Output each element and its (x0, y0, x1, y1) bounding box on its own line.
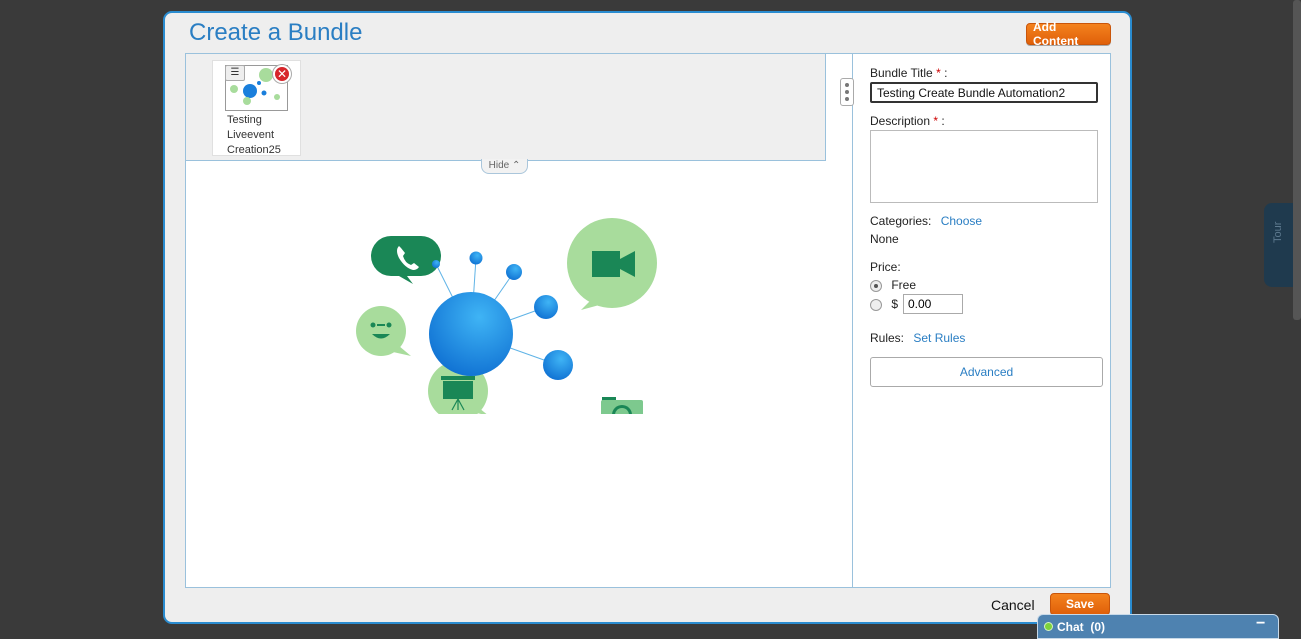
content-title: Testing Liveevent Creation25 (227, 113, 297, 158)
content-title-line: Creation25 (227, 144, 281, 156)
content-card[interactable]: ☰ ✕ Testing Liveevent Creation25 (212, 60, 301, 156)
network-hub-icon (429, 251, 573, 380)
free-radio[interactable] (870, 279, 882, 292)
content-tray: ☰ ✕ Testing Liveevent Creation25 (186, 54, 826, 161)
bundle-title-label-text: Bundle Title (870, 66, 933, 80)
required-marker: * (933, 114, 939, 128)
online-status-icon (1044, 622, 1053, 631)
video-camera-icon (567, 218, 657, 310)
price-option-paid[interactable]: $ (870, 297, 898, 311)
free-label: Free (891, 278, 917, 292)
chat-bar[interactable]: Chat (0) − (1037, 614, 1279, 639)
choose-categories-link[interactable]: Choose (941, 214, 982, 228)
chevron-up-icon: ⌃ (511, 160, 521, 171)
chat-label: Chat (0) (1057, 620, 1105, 634)
rules-row: Rules: Set Rules (870, 331, 965, 345)
label-suffix: : (941, 114, 945, 128)
required-marker: * (936, 66, 941, 80)
price-label: Price: (870, 260, 901, 274)
rules-label: Rules: (870, 331, 905, 345)
minimize-icon[interactable]: − (1256, 615, 1265, 633)
categories-value: None (870, 232, 899, 246)
chat-count: (0) (1090, 620, 1106, 634)
page-scrollbar[interactable] (1293, 0, 1301, 320)
handle-dot (845, 83, 849, 87)
content-title-line: Testing (227, 114, 262, 126)
chat-label-text: Chat (1057, 620, 1084, 634)
camera-icon (601, 397, 643, 414)
label-suffix: : (944, 66, 948, 80)
description-textarea[interactable] (870, 130, 1098, 203)
add-content-button[interactable]: Add Content (1026, 20, 1111, 48)
create-bundle-modal: Create a Bundle Add Content ☰ ✕ Testing … (163, 11, 1132, 624)
panel-collapse-handle[interactable] (840, 78, 854, 106)
handle-dot (845, 97, 849, 101)
tour-tab-label: Tour (1272, 221, 1284, 243)
description-label-text: Description (870, 114, 931, 128)
network-hub-illustration (356, 218, 657, 414)
bundle-title-input[interactable] (870, 82, 1098, 103)
price-option-free[interactable]: Free (870, 278, 916, 292)
smiley-icon (356, 306, 411, 356)
paid-radio[interactable] (870, 298, 882, 311)
currency-symbol: $ (891, 297, 899, 311)
remove-content-icon[interactable]: ✕ (273, 65, 291, 83)
description-label: Description * : (870, 114, 945, 128)
bundle-title-label: Bundle Title * : (870, 66, 947, 80)
cancel-button[interactable]: Cancel (991, 597, 1035, 613)
bundle-workspace: ☰ ✕ Testing Liveevent Creation25 Hide ⌃ (185, 53, 1111, 588)
panel-divider (852, 54, 853, 587)
modal-title: Create a Bundle (189, 19, 363, 46)
phone-icon (371, 236, 441, 284)
price-input[interactable] (903, 294, 963, 314)
content-title-line: Liveevent (227, 129, 275, 141)
categories-row: Categories: Choose (870, 214, 982, 228)
hide-tray-button[interactable]: Hide ⌃ (481, 159, 528, 174)
save-button[interactable]: Save (1050, 593, 1110, 615)
card-menu-icon[interactable]: ☰ (225, 65, 245, 81)
categories-label: Categories: (870, 214, 932, 228)
advanced-button[interactable]: Advanced (870, 357, 1103, 387)
hide-label: Hide (488, 160, 510, 171)
handle-dot (845, 90, 849, 94)
set-rules-link[interactable]: Set Rules (913, 331, 965, 345)
